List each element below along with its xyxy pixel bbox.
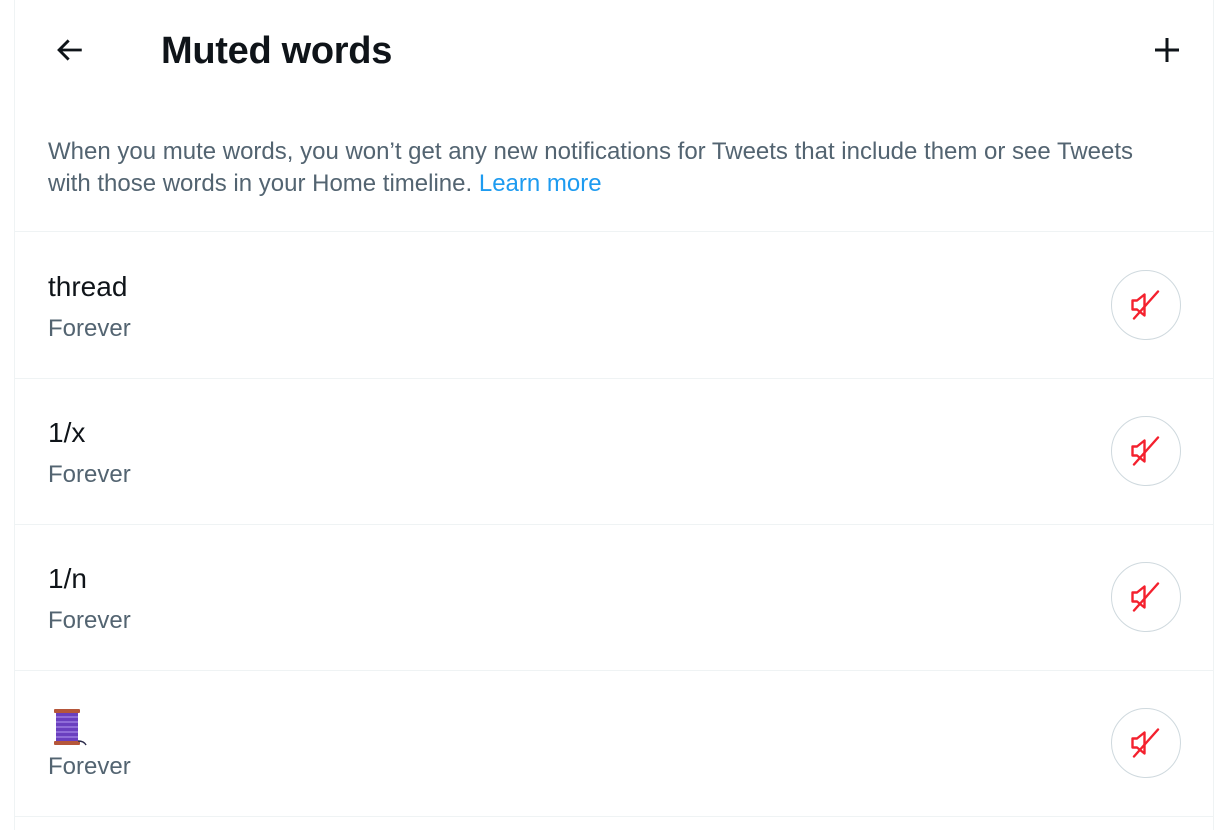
muted-word-text: thread	[48, 271, 128, 302]
muted-word-item[interactable]: 1/n Forever	[15, 525, 1213, 671]
unmute-button[interactable]	[1111, 416, 1181, 486]
plus-icon	[1155, 38, 1179, 62]
muted-word-item[interactable]: 🧵 Forever	[15, 671, 1213, 817]
mute-duration: Forever	[48, 607, 131, 634]
muted-words-list: thread Forever 1/x Forever 1/n Forever F…	[15, 233, 1213, 817]
add-muted-word-button[interactable]	[1143, 26, 1191, 74]
muted-word-text: 🧵	[48, 707, 87, 746]
unmute-button[interactable]	[1111, 708, 1181, 778]
muted-word-text: 1/x	[48, 417, 86, 448]
back-button[interactable]	[45, 26, 93, 74]
learn-more-link[interactable]: Learn more	[479, 170, 602, 197]
muted-words-panel: Muted words When you mute words, you won…	[14, 0, 1214, 830]
speaker-muted-icon	[1131, 582, 1160, 612]
muted-word-item[interactable]: thread Forever	[15, 233, 1213, 379]
page-title: Muted words	[161, 30, 393, 72]
speaker-muted-icon	[1131, 728, 1160, 758]
speaker-muted-icon	[1131, 290, 1160, 320]
muted-word-text: 1/n	[48, 563, 87, 594]
arrow-left-icon	[57, 39, 82, 61]
muted-words-description: When you mute words, you won’t get any n…	[15, 104, 1213, 232]
mute-duration: Forever	[48, 315, 131, 342]
muted-word-item[interactable]: 1/x Forever	[15, 379, 1213, 525]
unmute-button[interactable]	[1111, 562, 1181, 632]
page-header: Muted words	[15, 0, 1213, 104]
speaker-muted-icon	[1131, 436, 1160, 466]
mute-duration: Forever	[48, 753, 131, 780]
mute-duration: Forever	[48, 461, 131, 488]
unmute-button[interactable]	[1111, 270, 1181, 340]
